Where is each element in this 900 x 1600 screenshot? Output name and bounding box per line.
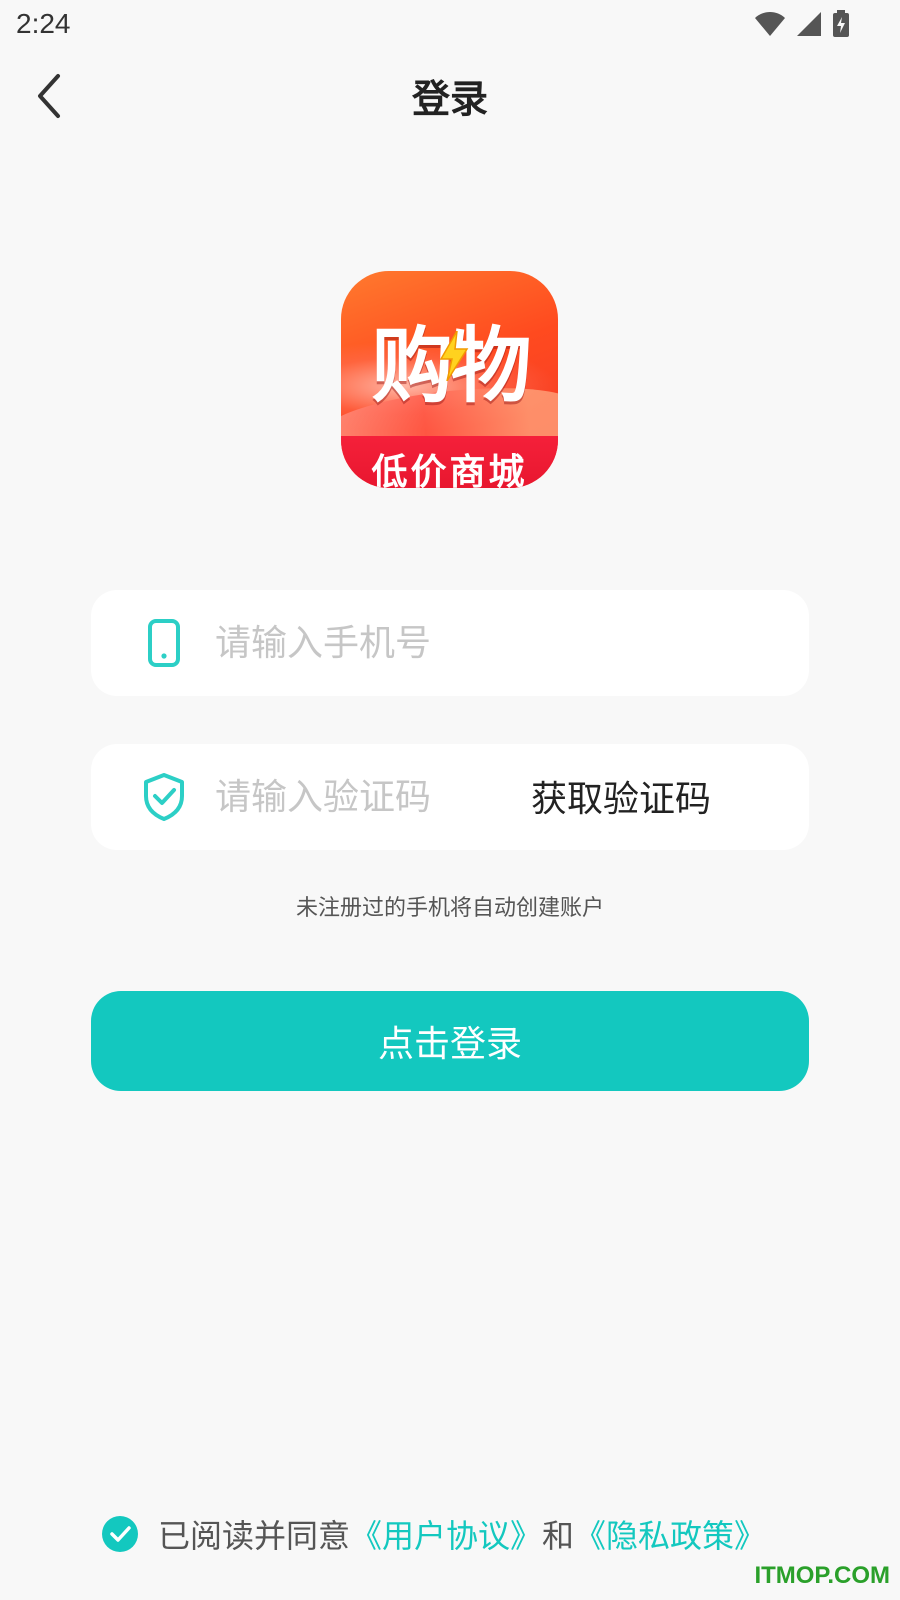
auto-register-hint: 未注册过的手机将自动创建账户: [295, 896, 604, 921]
status-icons: [754, 10, 850, 38]
code-input-card: 获取验证码: [91, 744, 809, 850]
user-agreement-link[interactable]: 《用户协议》: [350, 1511, 542, 1557]
status-time: 2:24: [16, 8, 71, 39]
logo-sub-text: 低价商城: [371, 452, 528, 488]
navbar: 登录: [0, 52, 900, 142]
shield-check-icon: [139, 771, 189, 823]
agreement-checkbox[interactable]: [102, 1516, 138, 1552]
app-logo: 购物 低价商城: [341, 271, 558, 488]
code-input[interactable]: [215, 766, 515, 828]
wifi-icon: [755, 12, 785, 36]
login-button[interactable]: 点击登录: [91, 991, 809, 1091]
watermark: ITMOP.COM: [754, 1562, 890, 1589]
agreement-row: 已阅读并同意 《用户协议》 和 《隐私政策》: [102, 1512, 766, 1556]
lightning-icon: [439, 331, 469, 381]
phone-input[interactable]: [215, 612, 775, 674]
status-bar: 2:24: [0, 0, 900, 52]
agreement-and: 和: [542, 1517, 575, 1555]
cellular-signal-icon: [797, 12, 821, 36]
mobile-phone-icon: [139, 617, 189, 669]
page-title: 登录: [411, 77, 488, 121]
privacy-policy-link[interactable]: 《隐私政策》: [574, 1511, 766, 1557]
get-code-button[interactable]: 获取验证码: [531, 770, 711, 822]
battery-charging-icon: [833, 10, 849, 37]
agreement-prefix: 已阅读并同意: [158, 1517, 351, 1555]
check-circle-icon: [102, 1516, 138, 1552]
phone-input-card: [91, 590, 809, 696]
